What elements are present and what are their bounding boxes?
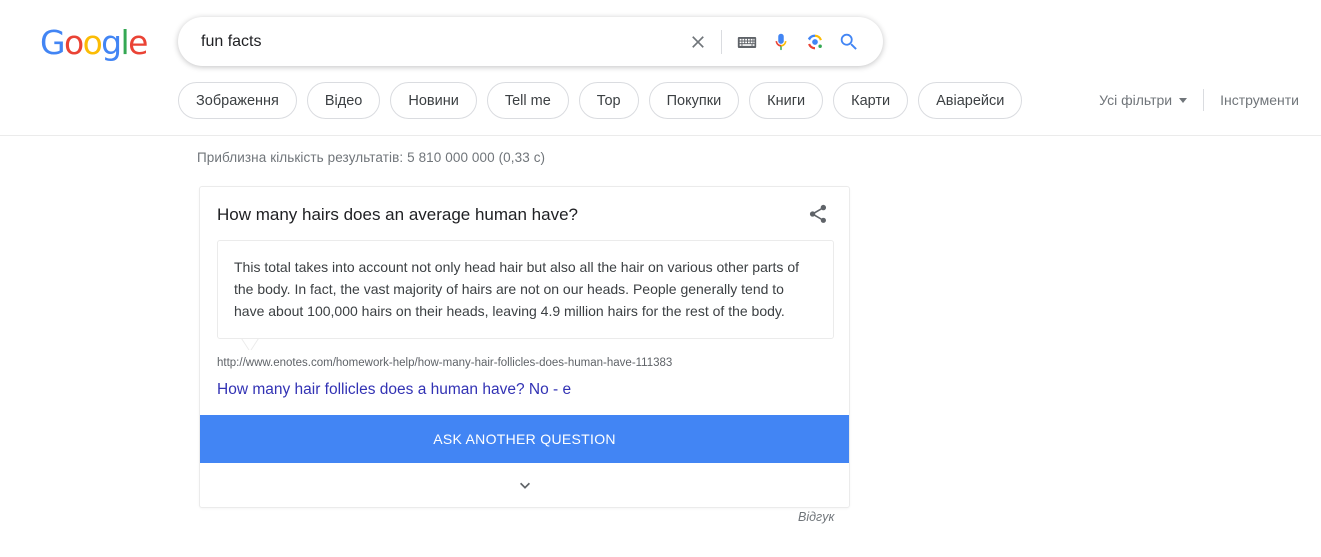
pill-label: Авіарейси: [936, 92, 1005, 109]
filter-pill-books[interactable]: Книги: [749, 82, 824, 119]
search-icons-divider: [721, 29, 722, 54]
search-icon[interactable]: [832, 25, 866, 59]
feedback-link[interactable]: Відгук: [798, 510, 834, 524]
logo-letter-o1: o: [63, 23, 84, 62]
all-filters-label: Усі фільтри: [1099, 92, 1173, 108]
google-logo[interactable]: Google: [40, 23, 148, 62]
chevron-down-icon: [519, 482, 530, 489]
source-title-link[interactable]: How many hair follicles does a human hav…: [217, 380, 829, 400]
filter-pill-list: Зображення Відео Новини Tell me Тор Поку…: [178, 82, 1023, 119]
answer-source-block: http://www.enotes.com/homework-help/how-…: [200, 339, 849, 415]
filter-pill-shopping[interactable]: Покупки: [648, 82, 740, 119]
search-input[interactable]: [179, 18, 681, 65]
share-icon[interactable]: [807, 203, 829, 225]
chevron-down-icon: [1179, 97, 1188, 103]
pill-label: Покупки: [666, 92, 722, 109]
tools-divider: [1203, 89, 1205, 111]
filter-pill-maps[interactable]: Карти: [833, 82, 909, 119]
pill-label: Зображення: [196, 92, 279, 109]
filter-pill-tell-me[interactable]: Tell me: [486, 82, 569, 119]
logo-letter-l: l: [120, 23, 130, 62]
pill-label: Новини: [408, 92, 459, 109]
answer-card: How many hairs does an average human hav…: [199, 186, 850, 508]
pill-label: Tell me: [504, 92, 551, 109]
filter-pill-video[interactable]: Відео: [306, 82, 381, 119]
search-bar-icons: [681, 18, 882, 65]
header-right-tools: Усі фільтри Інструменти: [1099, 89, 1299, 111]
keyboard-icon[interactable]: [730, 25, 764, 59]
answer-snippet-box: This total takes into account not only h…: [217, 240, 834, 339]
search-bar[interactable]: [178, 17, 883, 66]
result-stats: Приблизна кількість результатів: 5 810 0…: [197, 150, 546, 165]
expand-answer-button[interactable]: [200, 463, 849, 507]
google-lens-icon[interactable]: [798, 25, 832, 59]
answer-snippet-text: This total takes into account not only h…: [234, 259, 799, 319]
answer-snippet-bubble: This total takes into account not only h…: [217, 240, 834, 339]
logo-letter-e: e: [128, 23, 148, 62]
source-url: http://www.enotes.com/homework-help/how-…: [217, 357, 673, 369]
tools-label: Інструменти: [1220, 92, 1299, 108]
microphone-icon[interactable]: [764, 25, 798, 59]
all-filters-button[interactable]: Усі фільтри: [1099, 92, 1188, 108]
tools-button[interactable]: Інструменти: [1220, 92, 1299, 108]
filter-pill-tor[interactable]: Тор: [578, 82, 639, 119]
ask-another-question-button[interactable]: ASK ANOTHER QUESTION: [200, 415, 849, 463]
answer-question-title: How many hairs does an average human hav…: [217, 205, 578, 224]
bubble-tail: [241, 339, 263, 350]
pill-label: Тор: [596, 92, 621, 109]
filter-pill-news[interactable]: Новини: [390, 82, 477, 119]
close-icon[interactable]: [681, 25, 715, 59]
logo-letter-g2: g: [101, 23, 122, 62]
pill-label: Карти: [851, 92, 891, 109]
filter-pill-images[interactable]: Зображення: [178, 82, 297, 119]
page-header: Google fun facts Зображення Відео Новини…: [0, 0, 1321, 136]
logo-letter-o2: o: [82, 23, 103, 62]
filter-pill-flights[interactable]: Авіарейси: [918, 82, 1023, 119]
pill-label: Книги: [767, 92, 806, 109]
pill-label: Відео: [324, 92, 363, 109]
logo-letter-g1: G: [40, 23, 66, 62]
answer-card-header: How many hairs does an average human hav…: [200, 187, 849, 226]
